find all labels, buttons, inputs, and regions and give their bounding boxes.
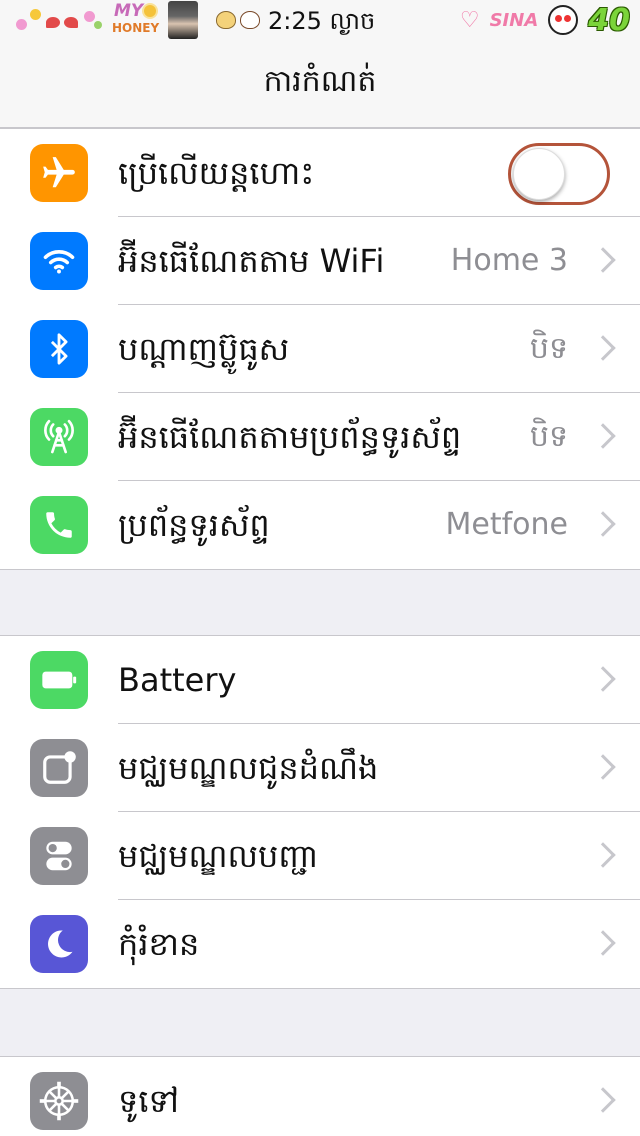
avatar — [168, 1, 198, 39]
settings-row-general[interactable]: ទូទៅ — [0, 1057, 640, 1136]
settings-row-battery[interactable]: Battery — [0, 636, 640, 724]
moon-icon — [30, 915, 88, 973]
bluetooth-icon — [30, 320, 88, 378]
row-label: មជ្ឈមណ្ឌលបញ្ជា — [118, 837, 319, 875]
settings-row-bluetooth[interactable]: បណ្តាញប៊្លូធូស បិទ — [0, 305, 640, 393]
row-label: ប្រើលើយន្តហោះ — [118, 154, 315, 192]
chevron-right-icon — [590, 335, 616, 361]
cellular-antenna-icon — [30, 408, 88, 466]
bunny-icon — [240, 11, 260, 29]
chevron-right-icon — [590, 666, 616, 692]
chevron-right-icon — [590, 842, 616, 868]
robot-icon — [548, 5, 579, 35]
system-group: Battery មជ្ឈមណ្ឌលជូនដំណឹង មជ្ឈមណ្ឌលបញ្ជា — [0, 635, 640, 989]
sina-text: SINA — [489, 9, 539, 31]
row-value: Metfone — [445, 507, 569, 542]
control-center-icon — [30, 827, 88, 885]
notification-center-icon — [30, 739, 88, 797]
chevron-right-icon — [590, 754, 616, 780]
gear-icon — [30, 1072, 88, 1130]
row-value: បិទ — [529, 331, 568, 366]
chevron-right-icon — [590, 247, 616, 273]
navigation-bar: ការកំណត់ — [0, 40, 640, 128]
settings-row-carrier[interactable]: ប្រព័ន្ធទូរស័ព្ទ Metfone — [0, 481, 640, 569]
airplane-icon — [30, 144, 88, 202]
chevron-right-icon — [590, 511, 616, 537]
settings-row-wifi[interactable]: អ៊ីនធើណែតតាម WiFi Home 3 — [0, 217, 640, 305]
row-label: កុំរំខាន — [118, 925, 200, 963]
my-honey-sticker: MY HONEY — [112, 1, 160, 37]
row-label: អ៊ីនធើណែតតាម WiFi — [118, 242, 385, 280]
row-label: មជ្ឈមណ្ឌលជូនដំណឹង — [118, 749, 379, 787]
row-label: បណ្តាញប៊្លូធូស — [118, 330, 290, 368]
wifi-icon — [30, 232, 88, 290]
battery-level: 40 — [588, 2, 630, 38]
chevron-right-icon — [590, 930, 616, 956]
sun-icon — [144, 5, 156, 17]
general-group: ទូទៅ — [0, 1056, 640, 1136]
page-title: ការកំណត់ — [263, 63, 377, 99]
status-bar: MY HONEY 2:25 ល្ងាច ♡ SINA 40 — [0, 0, 640, 40]
row-label: អ៊ីនធើណែតតាមប្រព័ន្ធទូរស័ព្ទ — [118, 418, 462, 456]
settings-row-airplane-mode[interactable]: ប្រើលើយន្តហោះ — [0, 129, 640, 217]
battery-icon — [30, 651, 88, 709]
chevron-right-icon — [590, 423, 616, 449]
chevron-right-icon — [590, 1087, 616, 1113]
toggle-knob — [513, 148, 565, 200]
heart-icon: ♡ — [459, 7, 480, 33]
bear-icon — [216, 11, 236, 29]
settings-row-do-not-disturb[interactable]: កុំរំខាន — [0, 900, 640, 988]
row-label: ទូទៅ — [118, 1082, 179, 1120]
honey-text: HONEY — [112, 21, 160, 35]
row-label: Battery — [118, 661, 237, 699]
settings-row-control-center[interactable]: មជ្ឈមណ្ឌលបញ្ជា — [0, 812, 640, 900]
settings-row-notification-center[interactable]: មជ្ឈមណ្ឌលជូនដំណឹង — [0, 724, 640, 812]
settings-row-cellular-data[interactable]: អ៊ីនធើណែតតាមប្រព័ន្ធទូរស័ព្ទ បិទ — [0, 393, 640, 481]
flowers-decoration-icon — [14, 5, 104, 35]
my-text: MY — [114, 1, 144, 21]
status-time: 2:25 ល្ងាច — [268, 7, 376, 35]
connectivity-group: ប្រើលើយន្តហោះ អ៊ីនធើណែតតាម WiFi Home 3 ប… — [0, 128, 640, 570]
row-label: ប្រព័ន្ធទូរស័ព្ទ — [118, 506, 270, 544]
row-value: បិទ — [529, 419, 568, 454]
airplane-mode-toggle[interactable] — [508, 143, 610, 205]
phone-icon — [30, 496, 88, 554]
row-value: Home 3 — [450, 243, 568, 278]
